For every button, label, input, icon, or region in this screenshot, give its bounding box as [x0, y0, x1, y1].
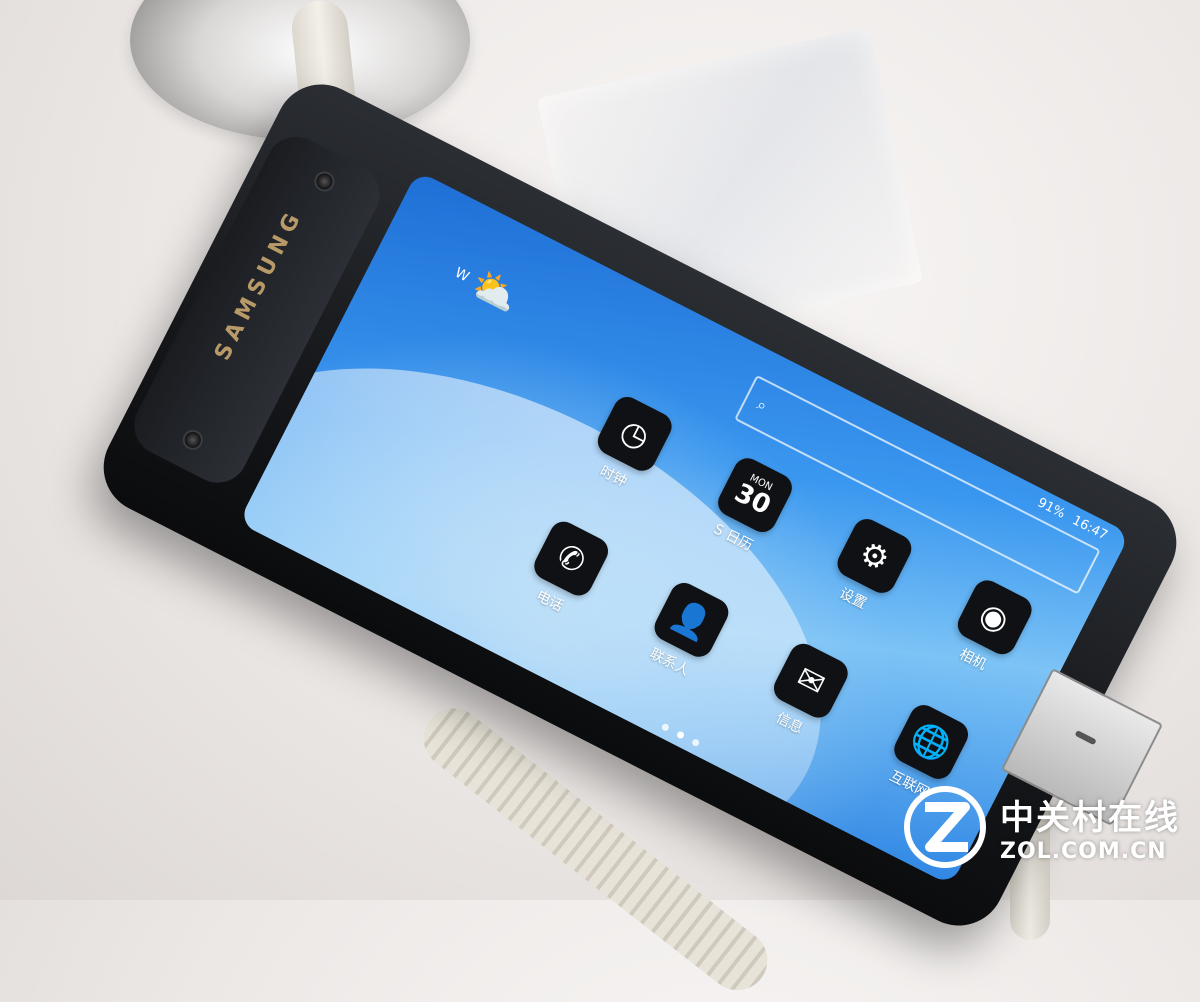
- battery-level: 91%: [1035, 494, 1068, 522]
- weather-widget[interactable]: W ⛅: [446, 251, 526, 322]
- watermark-text: 中关村在线 ZOL.COM.CN: [1000, 790, 1180, 864]
- watermark-cn: 中关村在线: [1000, 798, 1180, 838]
- zol-logo-icon: [904, 786, 986, 868]
- watermark: 中关村在线 ZOL.COM.CN: [900, 782, 1180, 872]
- app-label: 电话: [533, 587, 566, 615]
- weather-sun-cloud-icon: ⛅: [463, 260, 527, 322]
- app-label: 相机: [956, 646, 989, 674]
- app-label: 设置: [836, 585, 869, 613]
- app-label: 信息: [773, 710, 806, 738]
- carrier-label: W: [452, 264, 472, 285]
- search-icon: ⌕: [753, 394, 771, 416]
- sensor-dot: [311, 168, 338, 195]
- app-label: 时钟: [597, 463, 630, 491]
- watermark-en: ZOL.COM.CN: [1000, 839, 1167, 864]
- sensor-dot: [179, 426, 207, 454]
